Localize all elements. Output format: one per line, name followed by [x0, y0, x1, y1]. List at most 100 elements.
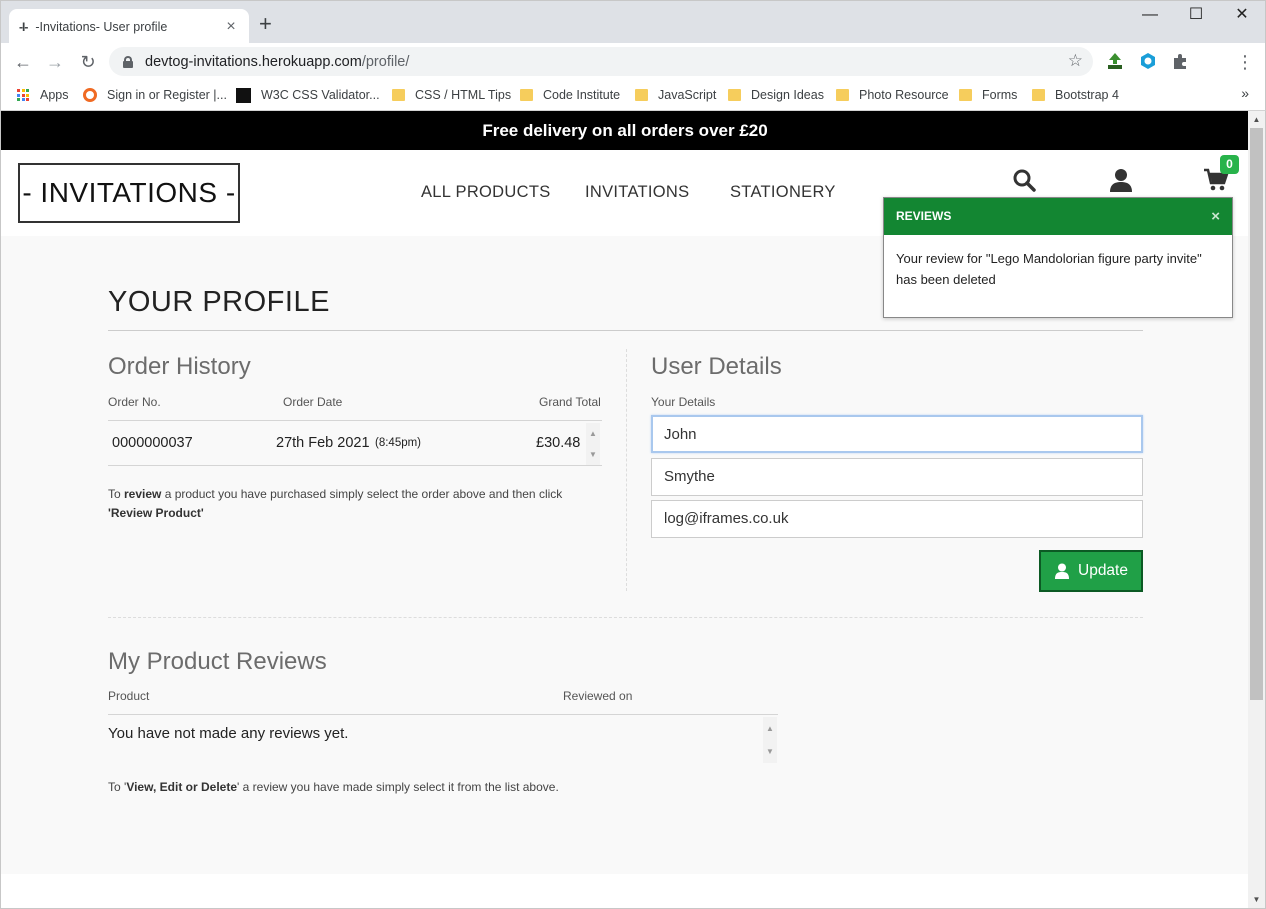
order-total: £30.48: [536, 435, 581, 451]
tab-title: -Invitations- User profile: [35, 19, 168, 34]
order-date: 27th Feb 2021: [276, 435, 370, 451]
col-grand-total: Grand Total: [539, 395, 601, 409]
scroll-thumb[interactable]: [1250, 128, 1263, 700]
new-tab-button[interactable]: +: [259, 13, 272, 35]
bookmark-sign-in[interactable]: Sign in or Register |...: [83, 86, 227, 104]
scroll-up-icon[interactable]: ▲: [1248, 111, 1265, 128]
browser-tab-bar: -I- -Invitations- User profile × +: [0, 0, 1266, 44]
window-maximize-button[interactable]: ☐: [1173, 3, 1219, 27]
reviews-list-scrollbar[interactable]: ▲ ▼: [763, 717, 777, 763]
bookmarks-overflow-icon[interactable]: »: [1241, 85, 1249, 101]
reload-icon[interactable]: ↻: [75, 49, 101, 75]
bookmark-folder-javascript[interactable]: JavaScript: [635, 86, 716, 104]
toast-close-icon[interactable]: ×: [1211, 198, 1220, 235]
folder-icon: [728, 89, 741, 101]
toast-title: REVIEWS: [896, 209, 952, 223]
bookmark-folder-css[interactable]: CSS / HTML Tips: [392, 86, 511, 104]
update-button[interactable]: Update: [1039, 550, 1143, 592]
page-viewport: Free delivery on all orders over £20 - I…: [0, 111, 1266, 909]
extension-hex-icon[interactable]: [1139, 52, 1157, 70]
reviews-table-top-line: [108, 714, 778, 715]
address-bar[interactable]: devtog-invitations.herokuapp.com/profile…: [109, 47, 1093, 76]
order-row[interactable]: 0000000037 27th Feb 2021 (8:45pm) £30.48: [108, 421, 586, 465]
w3c-icon: [236, 87, 251, 103]
bookmark-star-icon[interactable]: ☆: [1068, 51, 1083, 71]
order-history-note: To review a product you have purchased s…: [108, 487, 563, 520]
delivery-banner: Free delivery on all orders over £20: [1, 111, 1249, 150]
scroll-down-icon[interactable]: ▼: [1248, 891, 1265, 908]
page-footer-strip: [1, 874, 1249, 908]
your-details-label: Your Details: [651, 395, 716, 409]
first-name-field[interactable]: John: [651, 415, 1143, 453]
folder-icon: [520, 89, 533, 101]
bookmark-label: W3C CSS Validator...: [261, 88, 380, 102]
url-domain: devtog-invitations.herokuapp.com: [145, 53, 362, 70]
nav-all-products[interactable]: ALL PRODUCTS: [421, 183, 551, 202]
column-divider: [626, 349, 627, 591]
bookmark-apps[interactable]: Apps: [17, 86, 69, 104]
product-reviews-title: My Product Reviews: [108, 648, 327, 675]
col-product: Product: [108, 689, 150, 703]
section-divider: [108, 617, 1143, 618]
site-favicon-icon: -I-: [19, 19, 28, 34]
bookmark-label: Sign in or Register |...: [107, 88, 227, 102]
lock-icon: [123, 55, 133, 68]
nav-stationery[interactable]: STATIONERY: [730, 183, 836, 202]
toast-message: Your review for "Lego Mandolorian figure…: [896, 251, 1202, 287]
order-time: (8:45pm): [375, 437, 422, 449]
col-reviewed-on: Reviewed on: [563, 689, 633, 703]
cart-count-badge: 0: [1220, 155, 1239, 174]
site-logo[interactable]: - INVITATIONS -: [18, 163, 240, 223]
folder-icon: [959, 89, 972, 101]
browser-menu-icon[interactable]: ⋮: [1232, 49, 1258, 75]
page-title: YOUR PROFILE: [108, 286, 330, 318]
user-icon: [1055, 563, 1069, 579]
bookmark-folder-code-institute[interactable]: Code Institute: [520, 86, 620, 104]
back-arrow-icon[interactable]: ←: [10, 49, 36, 75]
bookmark-folder-design-ideas[interactable]: Design Ideas: [728, 86, 824, 104]
bookmark-label: Forms: [982, 88, 1018, 102]
html-validator-extension-icon[interactable]: [1106, 52, 1124, 70]
order-number: 0000000037: [112, 435, 193, 451]
browser-tab[interactable]: -I- -Invitations- User profile ×: [9, 9, 249, 44]
update-button-label: Update: [1078, 562, 1128, 579]
toast-header: REVIEWS ×: [884, 198, 1232, 235]
bookmark-label: Photo Resource: [859, 88, 949, 102]
col-order-date: Order Date: [283, 395, 343, 409]
folder-icon: [1032, 89, 1045, 101]
user-details-title: User Details: [651, 353, 782, 380]
bookmark-label: JavaScript: [658, 88, 717, 102]
bookmark-folder-bootstrap[interactable]: Bootstrap 4: [1032, 86, 1119, 104]
bookmark-label: CSS / HTML Tips: [415, 88, 512, 102]
page-scrollbar[interactable]: ▲ ▼: [1248, 111, 1265, 908]
account-icon[interactable]: [1108, 167, 1134, 193]
forward-arrow-icon[interactable]: →: [42, 49, 68, 75]
folder-icon: [392, 89, 405, 101]
col-order-no: Order No.: [108, 395, 161, 409]
browser-toolbar: ← → ↻ devtog-invitations.herokuapp.com/p…: [0, 43, 1266, 80]
window-minimize-button[interactable]: —: [1127, 3, 1173, 27]
order-history-title: Order History: [108, 353, 251, 380]
bookmark-folder-photo-resource[interactable]: Photo Resource: [836, 86, 949, 104]
bookmark-w3c[interactable]: W3C CSS Validator...: [236, 86, 380, 104]
order-table-bottom-line: [108, 465, 602, 466]
folder-icon: [836, 89, 849, 101]
apps-grid-icon: [17, 89, 30, 101]
no-reviews-message: You have not made any reviews yet.: [108, 725, 349, 742]
bookmark-label: Apps: [40, 88, 69, 102]
url-path: /profile/: [361, 53, 410, 70]
extensions-puzzle-icon[interactable]: [1171, 52, 1189, 70]
tab-close-icon[interactable]: ×: [223, 18, 239, 36]
bookmark-folder-forms[interactable]: Forms: [959, 86, 1017, 104]
bookmark-label: Code Institute: [543, 88, 621, 102]
reviews-note: To 'View, Edit or Delete' a review you h…: [108, 780, 559, 794]
reviews-toast: REVIEWS × Your review for "Lego Mandolor…: [883, 197, 1233, 318]
last-name-field[interactable]: Smythe: [651, 458, 1143, 496]
nav-invitations[interactable]: INVITATIONS: [585, 183, 689, 202]
search-icon[interactable]: [1011, 167, 1037, 193]
title-divider: [108, 330, 1143, 331]
email-field[interactable]: log@iframes.co.uk: [651, 500, 1143, 538]
folder-icon: [635, 89, 648, 101]
order-list-scrollbar[interactable]: ▲ ▼: [586, 423, 600, 465]
window-close-button[interactable]: ✕: [1219, 3, 1265, 27]
